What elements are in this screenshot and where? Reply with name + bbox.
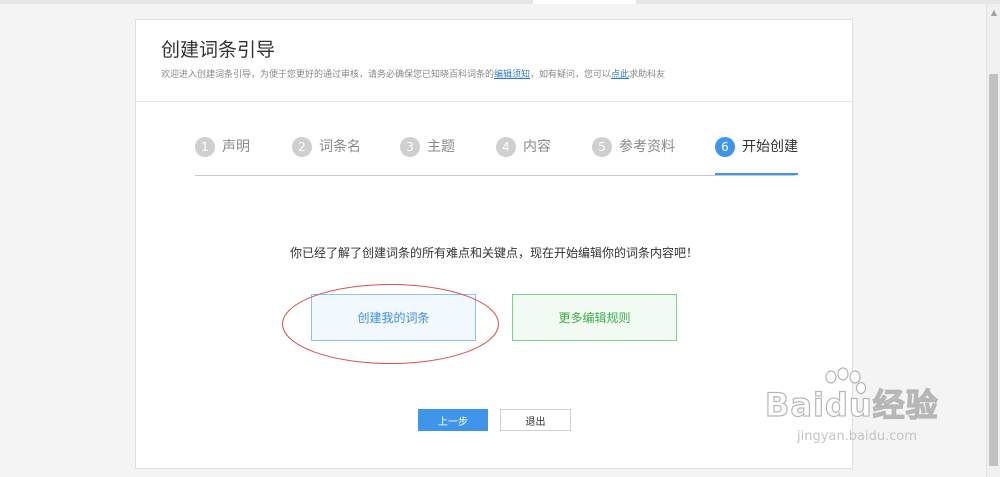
step-topic[interactable]: 3 主题 xyxy=(400,137,455,174)
subtitle-text-3: 求助科友 xyxy=(629,70,666,80)
step-declaration[interactable]: 1 声明 xyxy=(195,137,250,174)
step-content[interactable]: 4 内容 xyxy=(496,137,551,174)
step-number: 4 xyxy=(496,137,516,157)
active-tab[interactable] xyxy=(533,0,636,4)
step-number: 3 xyxy=(400,137,420,157)
exit-button[interactable]: 退出 xyxy=(500,409,571,431)
watermark-url: jingyan.baidu.com xyxy=(797,429,917,444)
step-number: 5 xyxy=(592,137,612,157)
baidu-jingyan-watermark: Baidu经验 jingyan.baidu.com xyxy=(757,367,957,457)
step-number: 6 xyxy=(715,137,735,157)
subtitle-text-1: 欢迎进入创建词条引导，为便于您更好的通过审核，请务必确保您已知晓百科词条的 xyxy=(161,70,495,80)
step-label: 主题 xyxy=(427,139,455,155)
more-rules-button[interactable]: 更多编辑规则 xyxy=(512,294,677,341)
step-references[interactable]: 5 参考资料 xyxy=(592,137,675,174)
edit-notice-link[interactable]: 编辑须知 xyxy=(494,70,530,80)
step-label: 词条名 xyxy=(319,139,361,155)
subtitle-text-2: ，如有疑问，您可以 xyxy=(530,70,612,80)
step-number: 2 xyxy=(292,137,312,157)
page-title: 创建词条引导 xyxy=(161,39,276,61)
guide-card: 创建词条引导 欢迎进入创建词条引导，为便于您更好的通过审核，请务必确保您已知晓百… xyxy=(135,19,853,469)
step-progress: 1 声明 2 词条名 3 主题 4 内容 5 参考资料 6 开始创建 xyxy=(195,137,798,176)
previous-step-button[interactable]: 上一步 xyxy=(418,409,488,431)
help-link[interactable]: 点此 xyxy=(611,70,629,80)
step-label: 声明 xyxy=(222,139,250,155)
browser-tab-strip xyxy=(0,0,1000,4)
step-number: 1 xyxy=(195,137,215,157)
scrollbar-thumb[interactable] xyxy=(989,74,998,466)
step-label: 开始创建 xyxy=(742,139,798,155)
step-entry-name[interactable]: 2 词条名 xyxy=(292,137,361,174)
subtitle: 欢迎进入创建词条引导，为便于您更好的通过审核，请务必确保您已知晓百科词条的编辑须… xyxy=(161,69,665,81)
create-entry-button[interactable]: 创建我的词条 xyxy=(311,294,476,341)
vertical-scrollbar[interactable]: ▲ xyxy=(986,4,1000,477)
completion-message: 你已经了解了创建词条的所有难点和关键点，现在开始编辑你的词条内容吧！ xyxy=(289,246,698,260)
step-label: 参考资料 xyxy=(619,139,675,155)
step-start-create[interactable]: 6 开始创建 xyxy=(715,137,798,175)
scroll-up-arrow-icon[interactable]: ▲ xyxy=(987,6,1000,20)
card-header: 创建词条引导 欢迎进入创建词条引导，为便于您更好的通过审核，请务必确保您已知晓百… xyxy=(136,20,852,102)
step-label: 内容 xyxy=(523,139,551,155)
watermark-title: Baidu经验 xyxy=(764,386,939,424)
